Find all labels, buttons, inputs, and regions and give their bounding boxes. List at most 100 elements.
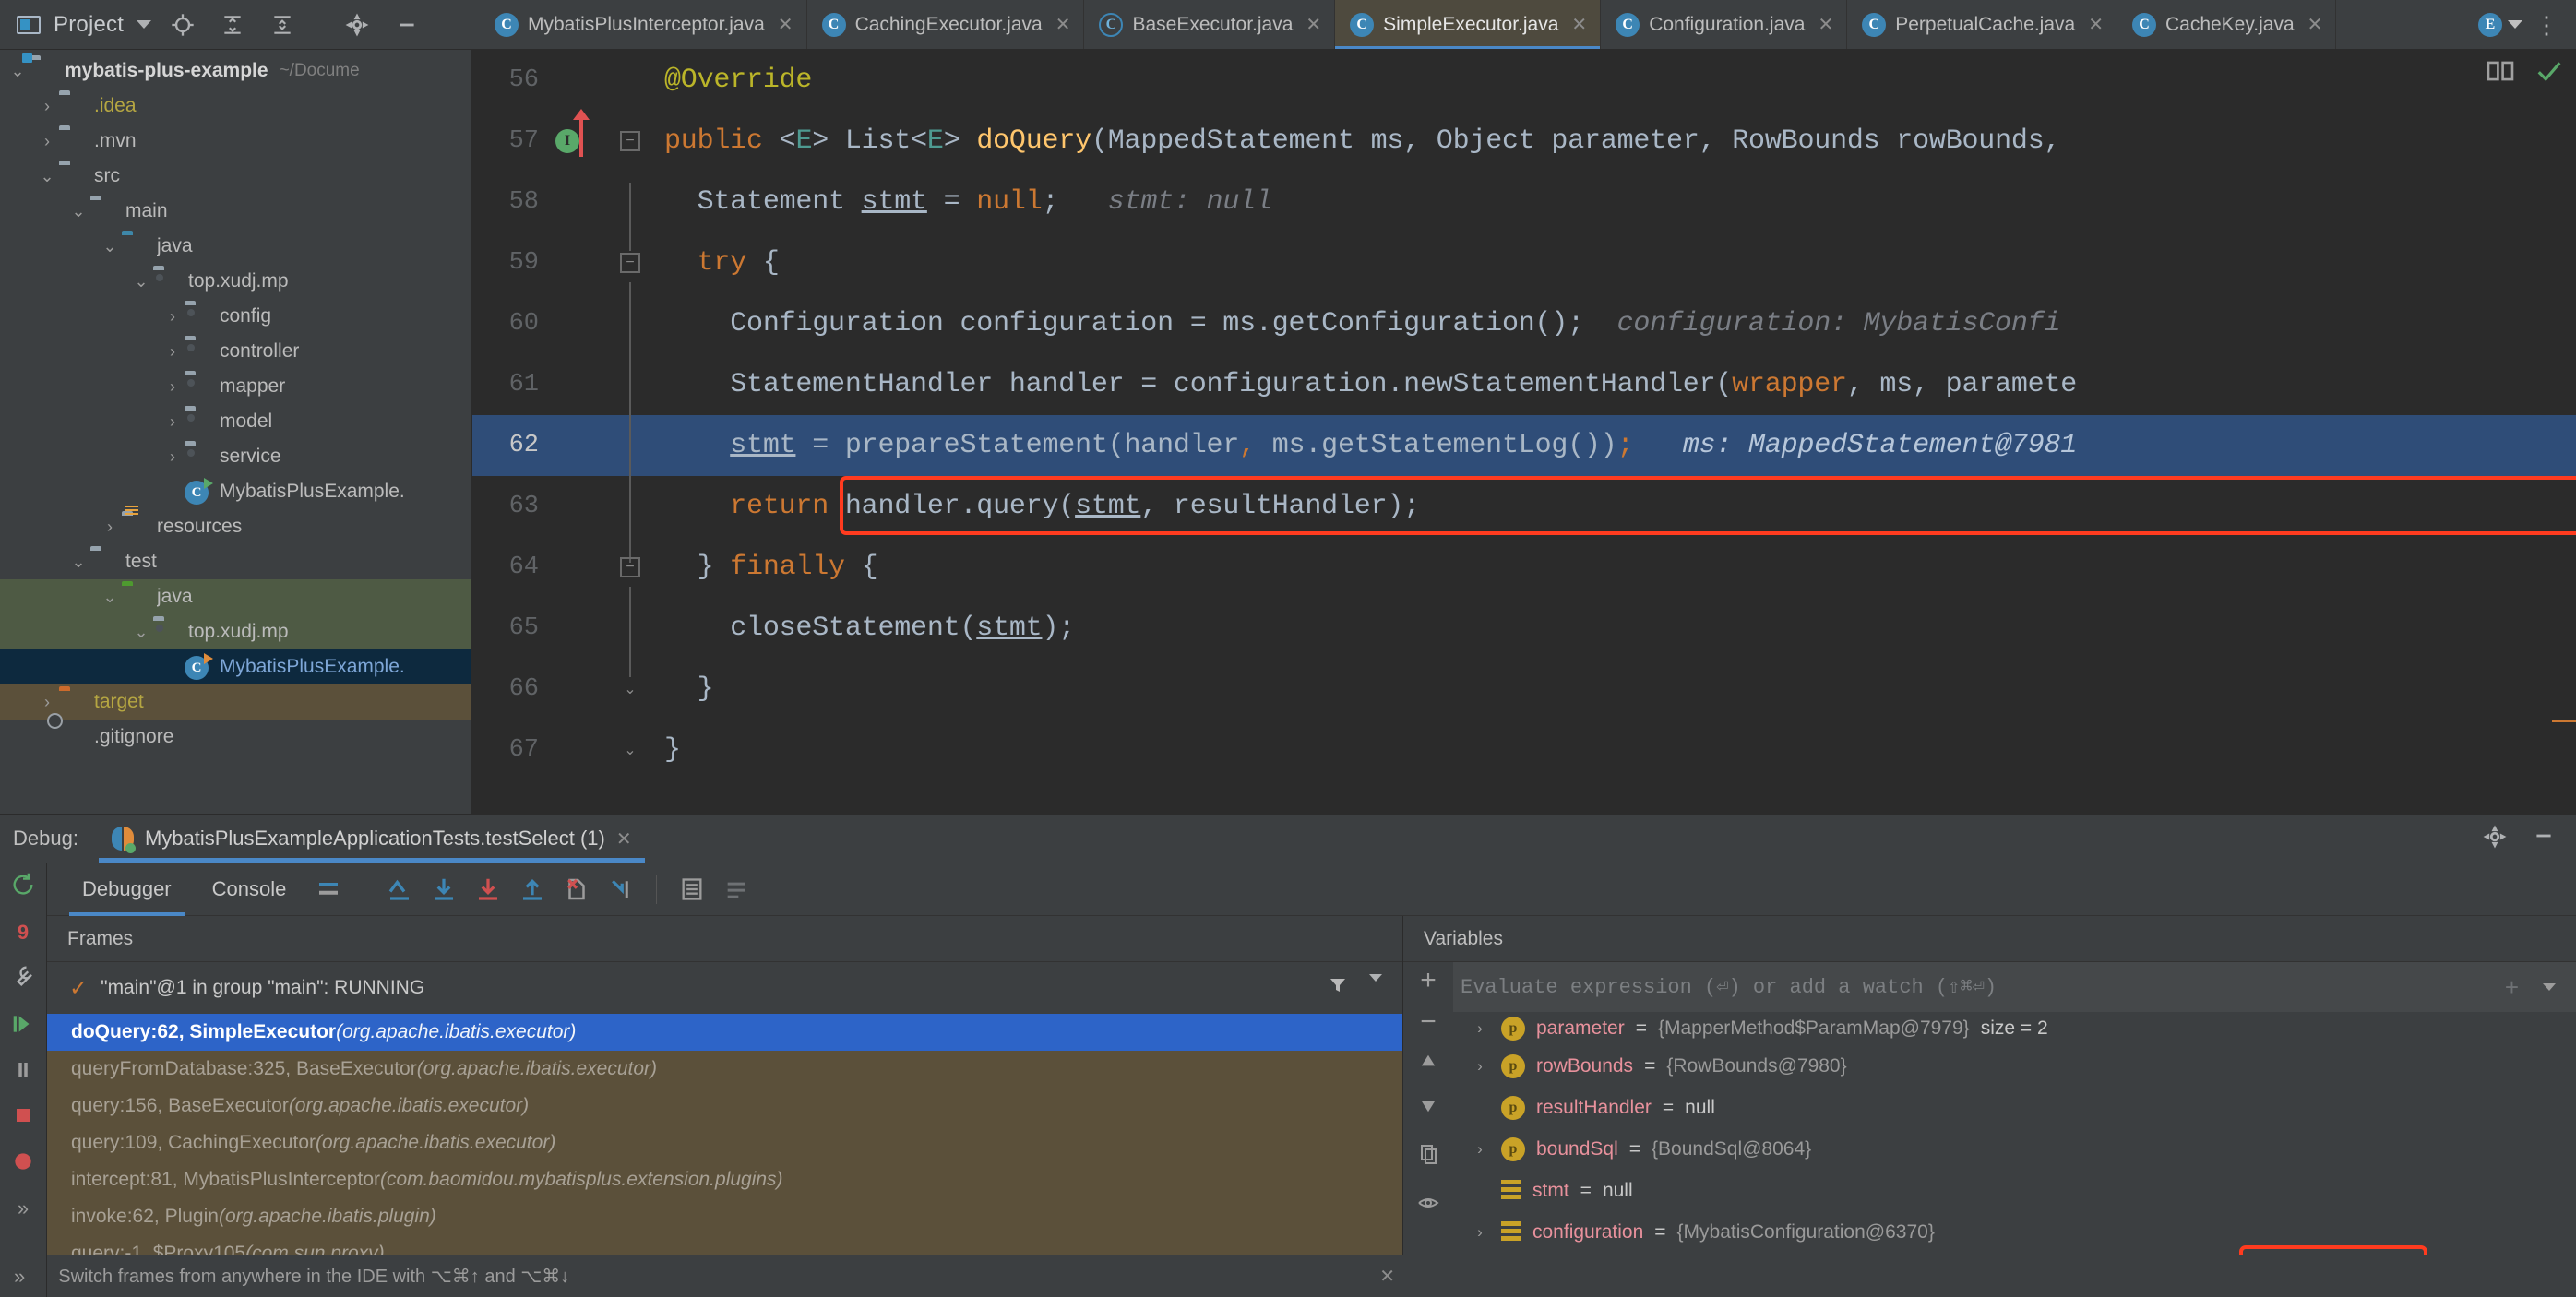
code-line[interactable]: 61 StatementHandler handler = configurat… [472, 343, 2576, 426]
layout-settings-icon[interactable] [306, 867, 351, 911]
gutter-marker-area[interactable] [552, 354, 596, 415]
variable-row-handler[interactable]: › handler = {$Proxy106@8112} "org.apache… [1453, 1245, 2576, 1255]
variable-row[interactable]: › p rowBounds = {RowBounds@7980} [1453, 1045, 2576, 1087]
chevron-collapsed-icon[interactable]: › [161, 377, 185, 397]
variable-row[interactable]: › p parameter = {MapperMethod$ParamMap@7… [1453, 1012, 2576, 1045]
editor-tab-active[interactable]: C SimpleExecutor.java ✕ [1335, 0, 1602, 49]
copy-icon[interactable] [1418, 1143, 1438, 1170]
debug-session-tab[interactable]: MybatisPlusExampleApplicationTests.testS… [98, 815, 645, 863]
add-watch-icon[interactable]: + [1420, 967, 1437, 994]
resume-program-icon[interactable]: 9 [18, 921, 29, 945]
chevron-collapsed-icon[interactable]: › [1470, 1019, 1490, 1038]
chevron-collapsed-icon[interactable]: › [35, 693, 59, 712]
tree-row-main[interactable]: ⌄ main [0, 194, 471, 229]
tree-row-service[interactable]: › service [0, 439, 471, 474]
step-over-icon[interactable] [422, 867, 466, 911]
code-line[interactable]: 65 closeStatement(stmt); [472, 587, 2576, 670]
close-icon[interactable]: ✕ [2088, 13, 2104, 36]
move-up-icon[interactable] [1418, 1053, 1438, 1074]
step-into-icon[interactable] [466, 867, 510, 911]
tree-row-model[interactable]: › model [0, 404, 471, 439]
hide-panel-icon[interactable] [2532, 824, 2556, 854]
variable-row[interactable]: stmt = null [1453, 1170, 2576, 1211]
expand-all-icon[interactable] [214, 6, 251, 43]
variable-row[interactable]: › configuration = {MybatisConfiguration@… [1453, 1211, 2576, 1253]
chevron-expanded-icon[interactable]: ⌄ [35, 167, 59, 186]
tree-row-test[interactable]: ⌄ test [0, 544, 471, 579]
mute-breakpoints-icon[interactable] [11, 1149, 35, 1178]
fold-end-icon[interactable]: ⌄ [620, 740, 640, 760]
remove-watch-icon[interactable]: − [1420, 1008, 1437, 1036]
code-line[interactable]: 66 ⌄ } [472, 648, 2576, 720]
gutter-marker-area[interactable] [552, 659, 596, 720]
gear-icon[interactable] [2482, 824, 2508, 854]
inspections-ok-icon[interactable] [2535, 59, 2563, 88]
rerun-icon[interactable] [10, 872, 36, 902]
tree-row-src[interactable]: ⌄ src [0, 159, 471, 194]
chevron-collapsed-icon[interactable]: › [161, 342, 185, 362]
gutter-marker-area[interactable] [552, 598, 596, 659]
chevron-expanded-icon[interactable]: ⌄ [129, 272, 153, 292]
chevron-collapsed-icon[interactable]: › [161, 307, 185, 327]
expand-strip-icon[interactable]: » [18, 1196, 29, 1220]
expand-strip-icon[interactable]: » [14, 1265, 25, 1289]
tree-row-idea[interactable]: › .idea [0, 89, 471, 124]
tree-row-test-java[interactable]: ⌄ java [0, 579, 471, 614]
filter-icon[interactable] [1327, 974, 1349, 1002]
frame-row[interactable]: doQuery:62, SimpleExecutor (org.apache.i… [47, 1014, 1402, 1051]
gutter-marker-area[interactable] [552, 537, 596, 598]
tree-row-module[interactable]: ⌄ mybatis-plus-example ~/Docume [0, 53, 471, 89]
variables-list[interactable]: › p parameter = {MapperMethod$ParamMap@7… [1453, 1012, 2576, 1255]
inspect-eye-icon[interactable] [1417, 1194, 1439, 1217]
chevron-down-icon[interactable] [2543, 983, 2556, 991]
pause-icon[interactable] [12, 1059, 34, 1086]
tab-debugger[interactable]: Debugger [62, 863, 192, 916]
editor-tab[interactable]: C PerpetualCache.java ✕ [1847, 0, 2117, 49]
close-icon[interactable]: ✕ [1055, 13, 1071, 36]
chevron-expanded-icon[interactable]: ⌄ [6, 62, 30, 81]
locate-file-icon[interactable] [164, 6, 201, 43]
thread-selector[interactable]: ✓ "main"@1 in group "main": RUNNING [47, 962, 1402, 1014]
fold-region[interactable]: − [596, 111, 664, 172]
tree-row-mvn[interactable]: › .mvn [0, 124, 471, 159]
gear-icon[interactable] [339, 6, 376, 43]
code-lines[interactable]: 56 @Override 57 I − public <E> List<E> d… [472, 50, 2576, 814]
tree-row-config[interactable]: › config [0, 299, 471, 334]
add-watch-plus-icon[interactable]: + [2505, 973, 2519, 1002]
frame-row[interactable]: query:-1, $Proxy105 (com.sun.proxy) [47, 1235, 1402, 1255]
tree-row-resources[interactable]: › resources [0, 506, 471, 544]
fold-region[interactable] [596, 172, 664, 244]
frame-row[interactable]: invoke:62, Plugin (org.apache.ibatis.plu… [47, 1198, 1402, 1235]
run-to-cursor-icon[interactable] [599, 867, 643, 911]
variable-row[interactable]: › p boundSql = {BoundSql@8064} [1453, 1128, 2576, 1170]
show-execution-point-icon[interactable] [377, 867, 422, 911]
editor-tab[interactable]: C MybatisPlusInterceptor.java ✕ [480, 0, 807, 49]
stop-icon[interactable] [12, 1104, 34, 1131]
variable-row[interactable]: p resultHandler = null [1453, 1087, 2576, 1128]
editor-tab[interactable]: C CachingExecutor.java ✕ [807, 0, 1085, 49]
frame-row[interactable]: intercept:81, MybatisPlusInterceptor (co… [47, 1161, 1402, 1198]
close-icon[interactable]: ✕ [616, 827, 632, 851]
gutter-marker-area[interactable] [552, 720, 596, 780]
chevron-collapsed-icon[interactable]: › [1470, 1223, 1490, 1242]
chevron-down-icon[interactable] [1369, 974, 1382, 982]
code-editor[interactable]: 56 @Override 57 I − public <E> List<E> d… [472, 50, 2576, 814]
close-icon[interactable]: ✕ [1571, 13, 1587, 36]
collapse-all-icon[interactable] [264, 6, 301, 43]
tab-console[interactable]: Console [192, 863, 307, 916]
settings-wrench-icon[interactable] [10, 963, 36, 994]
gutter-marker-area[interactable] [552, 232, 596, 293]
project-tree[interactable]: ⌄ mybatis-plus-example ~/Docume › .idea … [0, 50, 472, 814]
evaluate-expression-input[interactable]: Evaluate expression (⏎) or add a watch (… [1453, 975, 2505, 999]
chevron-collapsed-icon[interactable]: › [161, 447, 185, 467]
code-line[interactable]: 67 ⌄ } [472, 720, 2576, 780]
fold-collapse-icon[interactable]: − [620, 131, 640, 151]
resume-icon[interactable] [11, 1012, 35, 1041]
fold-collapse-icon[interactable]: − [620, 253, 640, 273]
frame-row[interactable]: query:109, CachingExecutor (org.apache.i… [47, 1124, 1402, 1161]
chevron-collapsed-icon[interactable]: › [35, 132, 59, 151]
settings-layers-icon[interactable] [714, 867, 758, 911]
code-line[interactable]: 58 Statement stmt = null; stmt: null [472, 172, 2576, 244]
tree-row-controller[interactable]: › controller [0, 334, 471, 369]
chevron-expanded-icon[interactable]: ⌄ [98, 237, 122, 256]
